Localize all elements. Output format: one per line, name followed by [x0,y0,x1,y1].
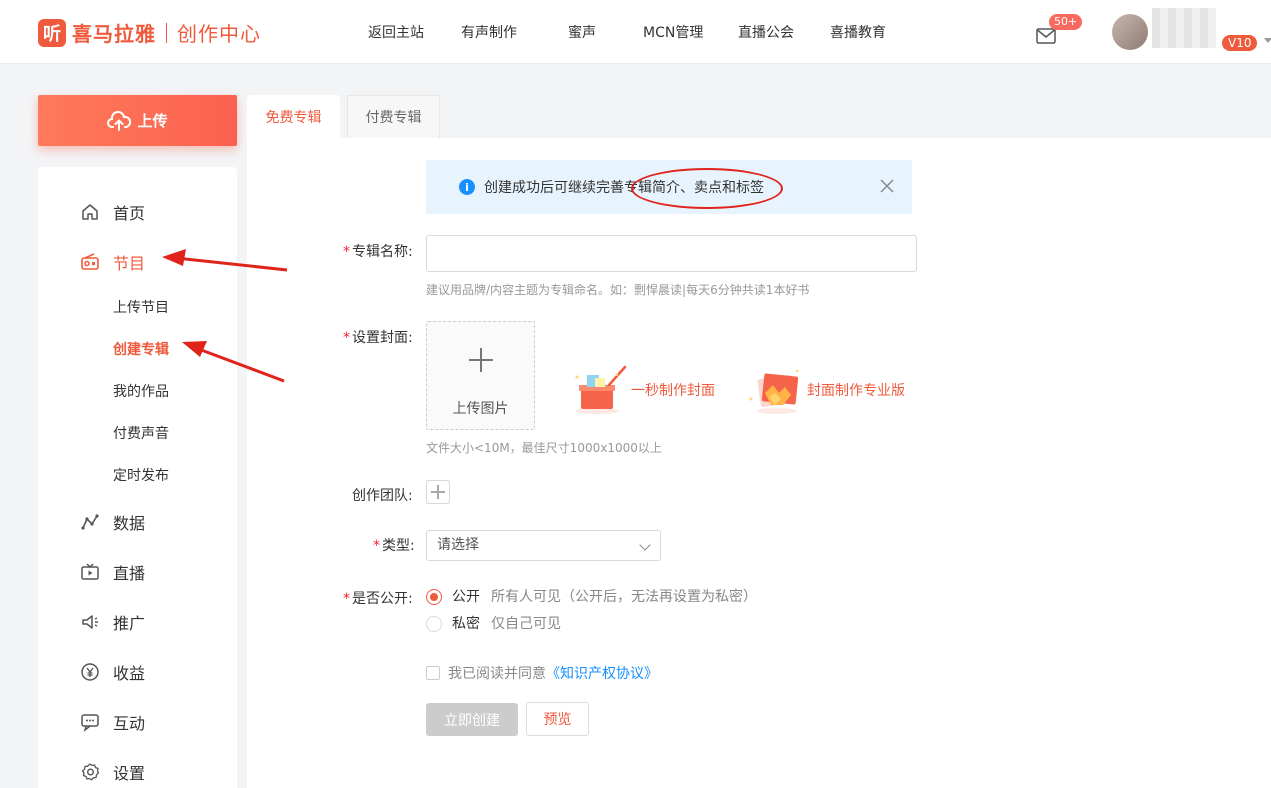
logo-mark: 听 [38,18,66,47]
sidebar-subitem-paid-audio[interactable]: 付费声音 [113,423,169,443]
quick-cover-label: 一秒制作封面 [631,383,715,399]
upload-image-box[interactable]: 上传图片 [426,321,535,430]
sidebar-item-label: 设置 [113,764,146,783]
private-option-desc: 仅自己可见 [491,616,561,632]
sidebar-subitem-upload-program[interactable]: 上传节目 [113,297,169,317]
public-option-label: 公开 [452,589,480,605]
sidebar-item-live[interactable]: 直播 [80,560,145,584]
sidebar-item-label: 首页 [113,204,146,223]
agree-checkbox[interactable] [426,666,440,680]
public-label: * 是否公开: [343,591,413,607]
vip-badge: V10 [1222,35,1258,51]
logo[interactable]: 听 喜马拉雅 创作中心 [38,18,261,47]
chart-icon [81,514,99,530]
pro-cover-label: 封面制作专业版 [807,383,905,399]
nav-item-misheng[interactable]: 蜜声 [568,22,596,42]
public-option-desc: 所有人可见（公开后，无法再设置为私密） [491,589,757,605]
sidebar-item-settings[interactable]: 设置 [80,760,145,784]
add-team-member-button[interactable] [426,480,450,504]
sidebar-item-earnings[interactable]: 收益 [80,660,145,684]
annotation-ellipse [631,168,783,209]
mail-badge: 50+ [1049,14,1083,30]
chevron-down-icon [639,539,651,551]
album-name-input[interactable] [426,235,917,272]
create-now-button[interactable]: 立即创建 [426,703,518,736]
nav-item-audio-production[interactable]: 有声制作 [461,22,517,42]
quick-cover-tool[interactable]: 一秒制作封面 [569,363,715,417]
public-radio[interactable] [426,589,442,605]
username-blurred[interactable] [1152,8,1216,48]
private-radio[interactable] [426,616,442,632]
nav-item-live-guild[interactable]: 直播公会 [738,22,794,42]
pro-cover-tool[interactable]: 封面制作专业版 [745,363,905,417]
nav-item-mcn[interactable]: MCN管理 [643,22,703,42]
main-panel: 免费专辑 付费专辑 i 创建成功后可继续完善专辑简介、卖点和标签 * 专辑名称: … [247,95,1271,788]
sidebar-subitem-my-works[interactable]: 我的作品 [113,381,169,401]
cover-maker-icon [575,365,627,414]
sidebar-item-promotion[interactable]: 推广 [80,610,145,634]
sidebar-item-label: 推广 [113,614,146,633]
plus-icon [469,348,493,372]
ip-agreement-link[interactable]: 《知识产权协议》 [546,666,658,682]
sidebar-subitem-scheduled[interactable]: 定时发布 [113,465,169,485]
sidebar-item-programs[interactable]: 节目 [80,250,145,274]
private-option-label: 私密 [452,616,480,632]
tv-icon [81,563,99,580]
sidebar-item-label: 节目 [113,254,146,273]
nav-item-education[interactable]: 喜播教育 [830,22,886,42]
agree-text-label: 我已阅读并同意 [448,666,546,682]
logo-separator [166,22,167,43]
top-header: 听 喜马拉雅 创作中心 返回主站 有声制作 蜜声 MCN管理 直播公会 喜播教育… [0,0,1271,64]
tab-paid-album[interactable]: 付费专辑 [347,95,440,138]
home-icon [82,204,98,220]
sidebar-item-label: 互动 [113,714,146,733]
logo-text: 喜马拉雅 [72,22,156,46]
close-icon[interactable] [878,177,896,195]
info-icon: i [459,179,475,195]
cover-hint: 文件大小<10M，最佳尺寸1000x1000以上 [426,441,662,455]
upload-button[interactable]: 上传 [38,95,237,146]
mail-icon[interactable] [1036,28,1056,44]
sidebar-item-home[interactable]: 首页 [80,200,145,224]
speaker-icon [82,615,98,629]
sidebar-item-data[interactable]: 数据 [80,510,145,534]
chat-icon [81,714,99,732]
upload-image-label: 上传图片 [452,401,509,417]
album-name-label: * 专辑名称: [343,244,413,260]
cloud-upload-icon [107,110,132,131]
sidebar-item-label: 数据 [113,514,146,533]
album-name-hint: 建议用品牌/内容主题为专辑命名。如：剽悍晨读|每天6分钟共读1本好书 [426,283,810,297]
upload-button-label: 上传 [137,112,168,130]
sidebar-subitem-create-album[interactable]: 创建专辑 [113,339,169,359]
pro-cover-icon [749,369,799,414]
yen-icon [81,663,99,681]
preview-button[interactable]: 预览 [526,702,589,736]
cover-label: * 设置封面: [343,330,413,346]
type-select-placeholder: 请选择 [437,537,479,553]
type-select[interactable]: 请选择 [426,530,661,561]
avatar[interactable] [1112,14,1148,50]
team-label: 创作团队: [352,488,413,504]
radio-icon [81,253,99,270]
agree-text: 我已阅读并同意《知识产权协议》 [448,663,658,683]
sidebar: 首页 节目 上传节目 创建专辑 我的作品 付费声音 定时发布 数据 直播 推广 … [38,167,237,788]
chevron-down-icon[interactable] [1264,38,1271,43]
type-label: * 类型: [373,538,415,554]
logo-subtitle: 创作中心 [177,22,261,46]
sidebar-item-label: 直播 [113,564,146,583]
gear-icon [81,763,100,781]
nav-item-home[interactable]: 返回主站 [368,22,424,42]
tab-bar: 免费专辑 付费专辑 [247,95,1271,138]
sidebar-item-interaction[interactable]: 互动 [80,710,145,734]
tab-free-album[interactable]: 免费专辑 [247,95,340,138]
sidebar-item-label: 收益 [113,664,146,683]
